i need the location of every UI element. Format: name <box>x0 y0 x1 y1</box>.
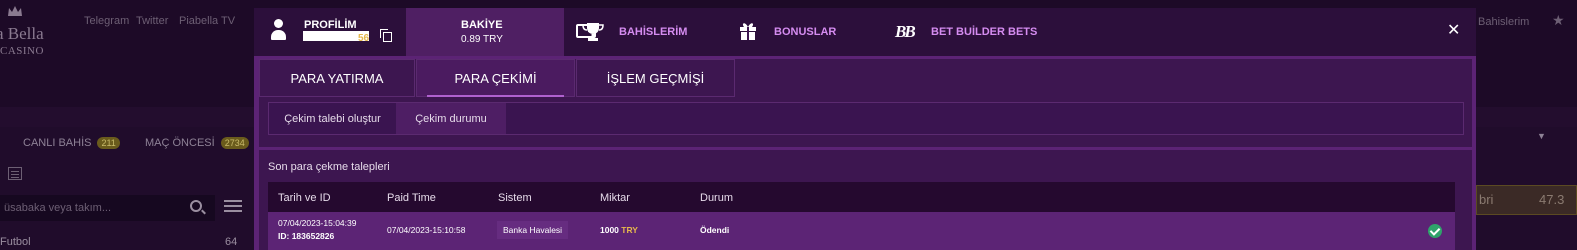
trophy-icon <box>582 23 604 41</box>
row-paid-time: 07/04/2023-15:10:58 <box>387 225 466 235</box>
tab-deposit[interactable]: PARA YATIRMA <box>259 59 415 97</box>
tab-withdrawal-status-label: Çekim durumu <box>415 113 487 125</box>
tab-withdraw[interactable]: PARA ÇEKİMİ <box>416 59 575 97</box>
tab-bonuses-label: BONUSLAR <box>774 26 837 38</box>
sport-row-football[interactable]: Futbol 64 <box>0 236 254 248</box>
balance-value: 0.89 TRY <box>461 34 503 45</box>
bahislerim-link[interactable]: Bahislerim <box>1478 16 1529 28</box>
tab-balance-label: BAKİYE <box>461 19 503 31</box>
tab-live-bets-label: CANLI BAHİS <box>23 137 92 149</box>
star-icon[interactable]: ★ <box>1552 12 1565 29</box>
row-amount-value: 1000 <box>600 225 619 235</box>
row-status: Ödendi <box>700 225 730 235</box>
prematch-count: 2734 <box>220 137 249 149</box>
piabella-tv-link[interactable]: Piabella TV <box>179 15 235 27</box>
withdraw-subtabs: Çekim talebi oluştur Çekim durumu <box>268 102 1464 135</box>
crown-icon <box>8 6 22 16</box>
odds-tile[interactable]: bri 47.3 <box>1476 185 1577 215</box>
tab-create-withdrawal-label: Çekim talebi oluştur <box>284 113 381 125</box>
user-icon <box>271 19 286 41</box>
tab-withdraw-label: PARA ÇEKİMİ <box>454 71 537 86</box>
tab-transaction-history[interactable]: İŞLEM GEÇMİŞİ <box>576 59 735 97</box>
gift-icon <box>740 23 756 40</box>
menu-icon[interactable] <box>224 200 242 202</box>
search-input[interactable]: üsabaka veya takım... <box>0 195 215 221</box>
odds-tile-label: bri <box>1479 192 1494 207</box>
close-icon[interactable]: ✕ <box>1447 20 1460 40</box>
row-date: 07/04/2023-15:04:39 <box>278 218 357 228</box>
search-placeholder: üsabaka veya takım... <box>4 202 111 214</box>
modal-top-bar: PROFİLİM 56 BAKİYE 0.89 TRY BAHİSLERİM B… <box>254 8 1476 56</box>
account-modal: PROFİLİM 56 BAKİYE 0.89 TRY BAHİSLERİM B… <box>254 8 1476 250</box>
withdraw-section: PARA YATIRMA PARA ÇEKİMİ İŞLEM GEÇMİŞİ Ç… <box>259 59 1472 147</box>
user-id-tail: 56 <box>358 33 370 44</box>
sport-count: 64 <box>225 236 238 248</box>
tab-withdrawal-status[interactable]: Çekim durumu <box>396 103 506 134</box>
live-bets-count: 211 <box>97 137 120 149</box>
telegram-link[interactable]: Telegram <box>84 15 129 27</box>
odds-tile-value: 47.3 <box>1539 192 1565 207</box>
tab-create-withdrawal[interactable]: Çekim talebi oluştur <box>269 103 396 134</box>
tab-my-bets-label: BAHİSLERİM <box>619 26 688 38</box>
sport-label: Futbol <box>0 236 31 248</box>
table-header: Tarih ve ID Paid Time Sistem Miktar Duru… <box>268 182 1455 212</box>
tab-deposit-label: PARA YATIRMA <box>290 71 384 86</box>
col-paid-time: Paid Time <box>387 192 436 204</box>
row-currency: TRY <box>621 225 638 235</box>
row-system: Banka Havalesi <box>497 221 569 239</box>
tab-transaction-history-label: İŞLEM GEÇMİŞİ <box>606 71 705 86</box>
col-date-id: Tarih ve ID <box>278 192 331 204</box>
twitter-link[interactable]: Twitter <box>136 15 168 27</box>
col-system: Sistem <box>498 192 532 204</box>
table-row[interactable]: 07/04/2023-15:04:39 ID: 183652826 07/04/… <box>268 212 1455 250</box>
active-tab-indicator <box>427 95 564 97</box>
search-icon[interactable] <box>190 200 202 212</box>
copy-icon[interactable] <box>380 29 392 42</box>
chevron-down-icon[interactable]: ▼ <box>1537 131 1546 141</box>
list-view-icon[interactable] <box>8 167 22 180</box>
withdrawal-list: Son para çekme talepleri Tarih ve ID Pai… <box>259 150 1472 250</box>
tab-my-bets[interactable]: BAHİSLERİM <box>565 8 723 56</box>
tab-profile-label: PROFİLİM <box>304 19 357 31</box>
tab-prematch-label: MAÇ ÖNCESİ <box>145 137 215 149</box>
tab-profile[interactable]: PROFİLİM 56 <box>254 8 406 56</box>
tab-balance[interactable] <box>406 8 596 56</box>
tab-bonuses[interactable]: BONUSLAR <box>724 8 879 56</box>
bet-builder-icon: BB <box>895 22 916 41</box>
tab-bet-builder[interactable]: BB BET BUİLDER BETS <box>880 8 1044 56</box>
col-amount: Miktar <box>600 192 630 204</box>
row-amount: 1000 TRY <box>600 225 638 235</box>
logo-sub: CASINO <box>0 45 44 57</box>
tab-bet-builder-label: BET BUİLDER BETS <box>931 26 1038 38</box>
tab-live-bets[interactable]: CANLI BAHİS 211 <box>23 137 120 149</box>
row-id: ID: 183652826 <box>278 231 335 241</box>
check-circle-icon <box>1428 224 1442 238</box>
logo-name: a Bella <box>0 24 44 43</box>
col-status: Durum <box>700 192 734 204</box>
tab-prematch[interactable]: MAÇ ÖNCESİ 2734 <box>145 137 249 149</box>
list-title: Son para çekme talepleri <box>268 161 390 173</box>
